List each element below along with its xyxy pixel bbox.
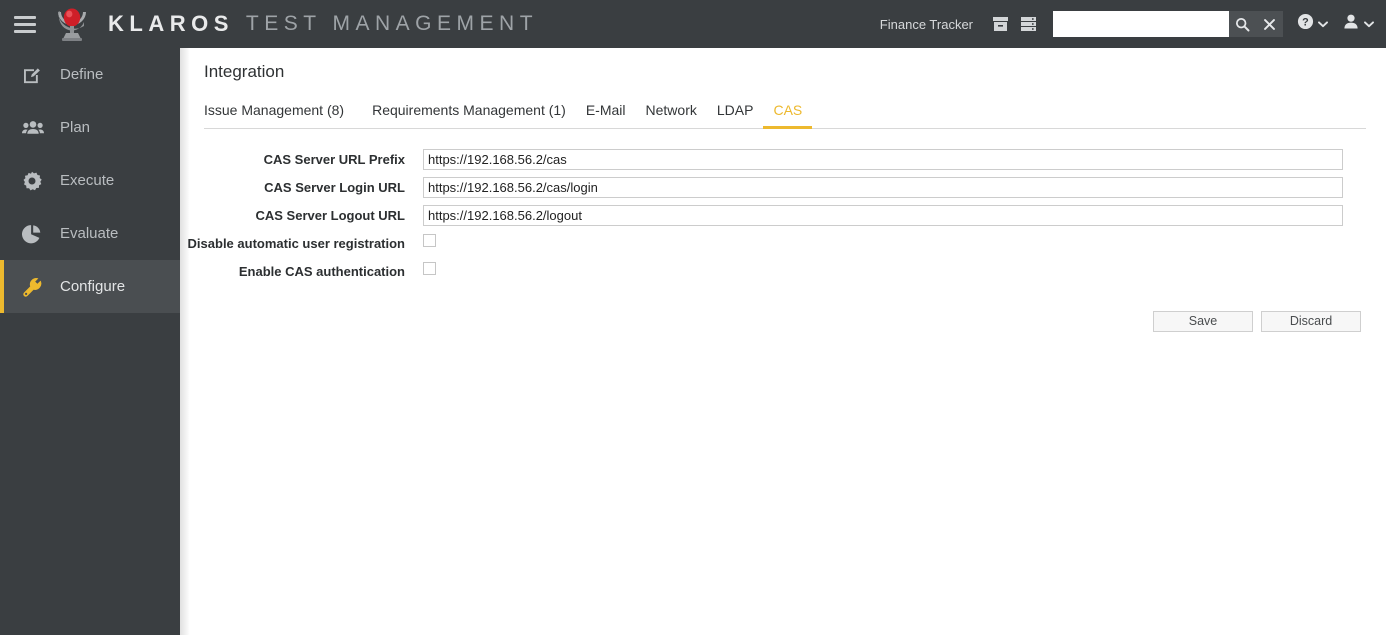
form-action-bar: Save Discard <box>180 311 1361 332</box>
field-row-enable-cas-authentication: Enable CAS authentication <box>180 257 1386 285</box>
hamburger-icon[interactable] <box>0 0 48 48</box>
hamburger-bar <box>14 15 36 19</box>
klaros-logo-icon[interactable] <box>50 2 94 46</box>
field-row-cas-server-url-prefix: CAS Server URL Prefix <box>180 145 1386 173</box>
sidebar-item-plan[interactable]: Plan <box>0 101 180 154</box>
main-content: Integration Issue Management (8) Require… <box>180 48 1386 635</box>
hamburger-bar <box>14 29 36 33</box>
page-title: Integration <box>204 62 285 81</box>
field-control <box>423 176 1343 198</box>
sidebar-item-define[interactable]: Define <box>0 48 180 101</box>
chevron-down-icon <box>1364 15 1374 33</box>
topbar-right-group: Finance Tracker ? <box>880 0 1386 48</box>
top-bar: KLAROS TEST MANAGEMENT Finance Tracker ? <box>0 0 1386 48</box>
sidebar-item-execute[interactable]: Execute <box>0 154 180 207</box>
sidebar-item-label: Configure <box>60 278 126 295</box>
sidebar-item-label: Plan <box>60 119 91 136</box>
field-control <box>423 148 1343 170</box>
field-control <box>423 262 436 280</box>
search-bar <box>1053 11 1283 37</box>
brand-primary: KLAROS <box>108 11 234 36</box>
disable-automatic-user-registration-checkbox[interactable] <box>423 234 436 247</box>
enable-cas-authentication-checkbox[interactable] <box>423 262 436 275</box>
tab-bar: Issue Management (8) Requirements Manage… <box>204 99 1366 129</box>
archive-box-icon[interactable] <box>987 9 1013 39</box>
sidebar-item-label: Evaluate <box>60 225 119 242</box>
field-row-cas-server-login-url: CAS Server Login URL <box>180 173 1386 201</box>
tab-requirements-management[interactable]: Requirements Management (1) <box>362 103 576 129</box>
database-server-icon[interactable] <box>1015 9 1041 39</box>
field-control <box>423 204 1343 226</box>
tab-email[interactable]: E-Mail <box>576 103 636 129</box>
wrench-icon <box>22 277 50 297</box>
pie-chart-icon <box>22 224 50 244</box>
field-label: CAS Server Logout URL <box>255 207 405 223</box>
hamburger-bar <box>14 22 36 26</box>
field-label: CAS Server Login URL <box>264 179 405 195</box>
cas-server-logout-url-input[interactable] <box>423 204 1343 226</box>
chevron-down-icon <box>1318 15 1328 33</box>
users-group-icon <box>22 118 50 138</box>
discard-button[interactable]: Discard <box>1261 311 1361 332</box>
sidebar-item-label: Define <box>60 66 104 83</box>
user-avatar-icon <box>1342 13 1360 35</box>
help-circle-icon: ? <box>1297 13 1314 35</box>
cas-settings-form: CAS Server URL Prefix CAS Server Login U… <box>180 145 1386 332</box>
field-label: Enable CAS authentication <box>238 263 405 279</box>
user-menu[interactable] <box>1342 9 1374 39</box>
sidebar: Define Plan Execute Evaluate Configure <box>0 48 180 635</box>
sidebar-item-evaluate[interactable]: Evaluate <box>0 207 180 260</box>
sidebar-item-label: Execute <box>60 172 115 189</box>
current-project-name: Finance Tracker <box>879 16 973 32</box>
brand-title: KLAROS TEST MANAGEMENT <box>108 11 538 37</box>
cas-server-url-prefix-input[interactable] <box>423 148 1343 170</box>
search-icon[interactable] <box>1229 11 1256 37</box>
field-row-disable-automatic-user-registration: Disable automatic user registration <box>180 229 1386 257</box>
field-row-cas-server-logout-url: CAS Server Logout URL <box>180 201 1386 229</box>
field-label: CAS Server URL Prefix <box>263 151 405 167</box>
tab-issue-management[interactable]: Issue Management (8) <box>204 103 354 129</box>
search-input[interactable] <box>1053 11 1229 37</box>
close-x-icon[interactable] <box>1256 11 1283 37</box>
sidebar-item-configure[interactable]: Configure <box>0 260 180 313</box>
cas-server-login-url-input[interactable] <box>423 176 1343 198</box>
save-button[interactable]: Save <box>1153 311 1253 332</box>
tab-network[interactable]: Network <box>636 103 707 129</box>
svg-text:?: ? <box>1302 17 1309 29</box>
field-control <box>423 234 436 252</box>
tab-cas[interactable]: CAS <box>763 103 813 129</box>
field-label: Disable automatic user registration <box>187 235 405 251</box>
brand-secondary: TEST MANAGEMENT <box>245 12 539 35</box>
gear-icon <box>22 171 50 191</box>
tab-ldap[interactable]: LDAP <box>707 103 764 129</box>
help-menu[interactable]: ? <box>1297 9 1328 39</box>
edit-square-icon <box>22 65 50 85</box>
